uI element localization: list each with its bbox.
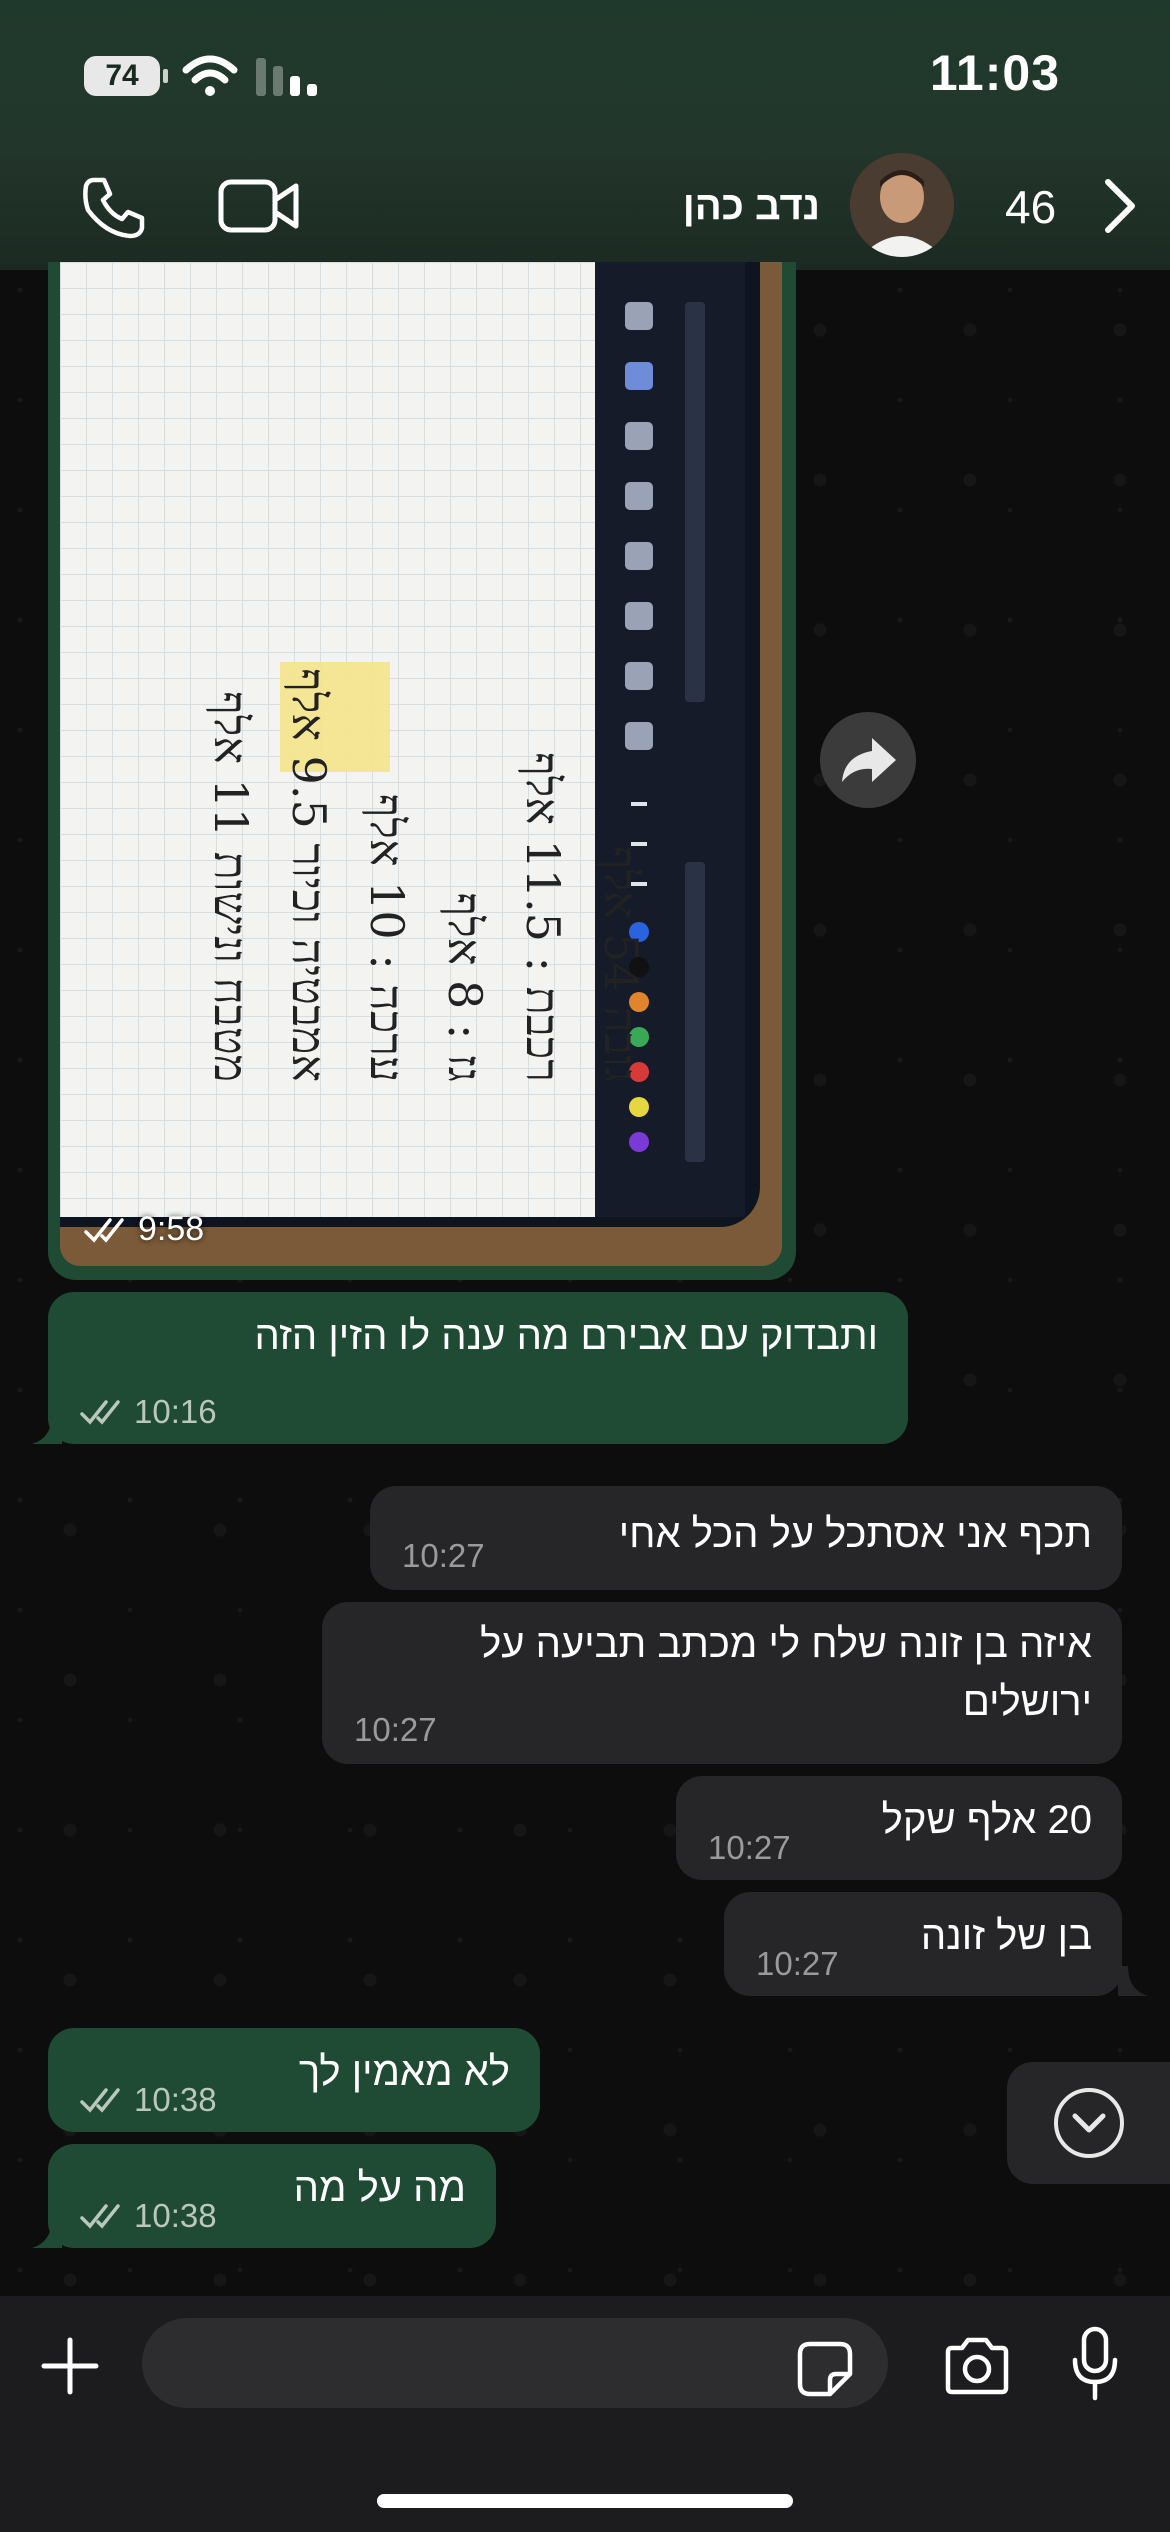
home-indicator <box>377 2494 793 2508</box>
read-receipt-icon <box>80 2088 120 2113</box>
bubble-tail <box>32 2218 62 2248</box>
message-time: 10:38 <box>134 2081 217 2118</box>
camera-icon[interactable] <box>942 2336 1012 2396</box>
handwriting-line: רכבת : 11.5 אלף <box>516 751 570 1082</box>
handwriting-line: גובה 54 אלף <box>594 845 648 1082</box>
image-message[interactable]: גובה 54 אלף רכבת : 11.5 אלף גז : 8 אלף ע… <box>48 262 796 1280</box>
message-text-line-2: ירושלים <box>962 1680 1092 1724</box>
handwriting-line: ערכה : 10 אלף <box>360 793 414 1082</box>
back-chevron-icon[interactable] <box>1102 178 1138 234</box>
message-time: 10:16 <box>134 1393 217 1430</box>
sticker-icon[interactable] <box>796 2340 854 2398</box>
message-meta: 10:38 <box>80 2074 217 2126</box>
incoming-message[interactable]: 20 אלף שקל 10:27 <box>676 1776 1122 1880</box>
outgoing-message[interactable]: ותבדוק עם אבירם מה ענה לו הזין הזה 10:16 <box>48 1292 908 1444</box>
message-text: לא מאמין לך <box>298 2050 510 2094</box>
scroll-to-bottom-button[interactable] <box>1007 2062 1170 2184</box>
chevron-down-icon <box>1054 2088 1124 2158</box>
unread-count[interactable]: 46 <box>1005 180 1056 234</box>
incoming-message[interactable]: תכף אני אסתכל על הכל אחי 10:27 <box>370 1486 1122 1590</box>
cellular-signal-icon <box>256 58 317 96</box>
handwriting-line: אמבטיה וכיור 9.5 אלף <box>282 667 336 1082</box>
message-time: 10:27 <box>402 1537 485 1574</box>
outgoing-message[interactable]: מה על מה 10:38 <box>48 2144 496 2248</box>
bubble-tail <box>32 1414 62 1444</box>
message-text: תכף אני אסתכל על הכל אחי <box>618 1512 1092 1556</box>
microphone-icon[interactable] <box>1070 2326 1120 2402</box>
handwriting-line: גז : 8 אלף <box>438 892 492 1082</box>
bubble-tail <box>1118 1966 1148 1996</box>
outgoing-message[interactable]: לא מאמין לך 10:38 <box>48 2028 540 2132</box>
chat-header: 74 11:03 נדב כהן 46 <box>0 0 1170 270</box>
message-meta: 10:27 <box>708 1822 791 1874</box>
video-call-icon[interactable] <box>218 176 300 236</box>
contact-avatar[interactable] <box>850 153 954 257</box>
message-meta: 10:27 <box>402 1530 485 1582</box>
message-text: 20 אלף שקל <box>881 1798 1092 1842</box>
message-meta: 10:16 <box>80 1386 217 1438</box>
message-meta: 10:27 <box>756 1938 839 1990</box>
contact-name[interactable]: נדב כהן <box>683 184 820 229</box>
handwritten-note: גובה 54 אלף רכבת : 11.5 אלף גז : 8 אלף ע… <box>60 622 660 1082</box>
chat-screen: 74 11:03 נדב כהן 46 גובה 54 אלף רכבת: 1… <box>0 0 1170 2532</box>
read-receipt-icon <box>80 2204 120 2229</box>
message-meta: 10:38 <box>80 2190 217 2242</box>
message-time: 10:38 <box>134 2197 217 2234</box>
message-time: 9:58 <box>138 1210 205 1248</box>
handwriting-line: מטבח ונישות 11 אלף <box>204 691 258 1082</box>
incoming-message[interactable]: איזה בן זונה שלח לי מכתב תביעה על ירושלי… <box>322 1602 1122 1764</box>
image-message-meta: 9:58 <box>84 1210 204 1249</box>
read-receipt-icon <box>84 1217 124 1243</box>
battery-indicator: 74 <box>84 56 168 96</box>
forward-button[interactable] <box>820 712 916 808</box>
forward-arrow-icon <box>842 738 896 782</box>
message-text: מה על מה <box>293 2166 466 2210</box>
message-text: ותבדוק עם אבירם מה ענה לו הזין הזה <box>254 1314 878 1358</box>
message-time: 10:27 <box>708 1829 791 1866</box>
status-time: 11:03 <box>929 45 1060 101</box>
plus-icon[interactable] <box>40 2336 100 2396</box>
message-input[interactable] <box>142 2318 888 2408</box>
read-receipt-icon <box>80 1400 120 1425</box>
message-text: איזה בן זונה שלח לי מכתב תביעה על <box>480 1622 1092 1666</box>
message-meta: 10:27 <box>354 1704 437 1756</box>
message-time: 10:27 <box>756 1945 839 1982</box>
incoming-message[interactable]: בן של זונה 10:27 <box>724 1892 1122 1996</box>
message-text: בן של זונה <box>920 1914 1092 1958</box>
message-photo[interactable]: גובה 54 אלף רכבת : 11.5 אלף גז : 8 אלף ע… <box>60 262 782 1266</box>
wifi-icon <box>182 55 238 96</box>
phone-icon[interactable] <box>80 174 146 240</box>
message-time: 10:27 <box>354 1711 437 1748</box>
